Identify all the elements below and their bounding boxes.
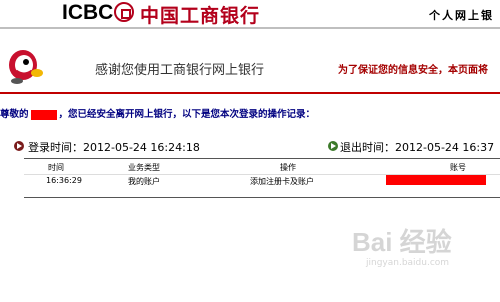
col-header-type: 业务类型	[128, 163, 160, 172]
icbc-logo-text: ICBC	[62, 1, 114, 24]
redacted-account	[386, 175, 486, 185]
watermark-text: Bai 经验	[352, 227, 452, 257]
session-bar: 登录时间：2012-05-24 16:24:18 退出时间：2012-05-24…	[14, 137, 500, 157]
col-header-operation: 操作	[280, 163, 296, 172]
greeting-line: 尊敬的 ，您已经安全离开网上银行，以下是您本次登录的操作记录：	[0, 106, 315, 120]
col-header-time: 时间	[48, 163, 64, 172]
login-time: 登录时间：2012-05-24 16:24:18	[28, 141, 200, 154]
redacted-name	[30, 109, 57, 120]
personal-banking-label: 个人网上银	[429, 9, 494, 22]
header-divider	[0, 27, 500, 29]
greeting-prefix: 尊敬的	[0, 109, 29, 120]
section-divider	[0, 92, 500, 94]
login-arrow-icon	[14, 141, 24, 151]
logout-arrow-icon	[328, 141, 338, 151]
row-time: 16:36:29	[46, 176, 82, 185]
row-operation: 添加注册卡及账户	[250, 177, 314, 186]
row-type: 我的账户	[128, 177, 160, 186]
operation-log-table: 时间 业务类型 操作 账号 16:36:29 我的账户 添加注册卡及账户	[24, 158, 500, 198]
mascot-icon	[9, 50, 43, 84]
baidu-watermark: Bai 经验 jingyan.baidu.com	[352, 222, 492, 282]
bank-name: 中国工商银行	[140, 5, 261, 27]
greeting-message: ，您已经安全离开网上银行，以下是您本次登录的操作记录：	[58, 109, 316, 120]
logout-time: 退出时间：2012-05-24 16:37	[340, 141, 495, 154]
watermark-url: jingyan.baidu.com	[366, 258, 450, 268]
col-header-account: 账号	[450, 163, 466, 172]
icbc-logo-icon	[114, 2, 134, 22]
page-header: ICBC 中国工商银行 个人网上银	[0, 0, 500, 27]
security-notice: 为了保证您的信息安全，本页面将	[338, 65, 488, 76]
welcome-message: 感谢您使用工商银行网上银行	[95, 63, 265, 78]
